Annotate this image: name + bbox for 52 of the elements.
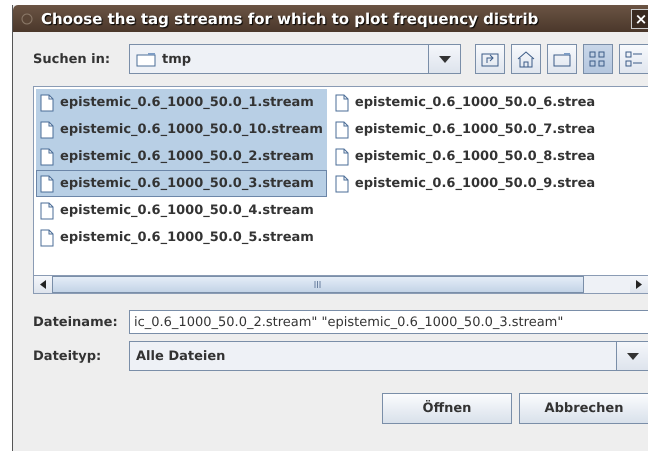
file-item[interactable]: epistemic_0.6_1000_50.0_8.strea (330, 143, 600, 170)
scroll-right-button[interactable] (630, 276, 648, 293)
file-icon (40, 174, 54, 192)
grip-icon (314, 281, 322, 288)
toolbar-button[interactable] (619, 44, 648, 74)
dropdown-button[interactable] (616, 342, 648, 370)
caret-icon (626, 352, 638, 360)
file-name-field[interactable]: ic_0.6_1000_50.0_2.stream" "epistemic_0.6_1000_50.0_3.stream" (129, 310, 648, 334)
details-view-icon (625, 51, 643, 67)
toolbar-button[interactable] (511, 44, 541, 74)
file-icon (334, 94, 349, 112)
right-arrow-icon (636, 280, 642, 289)
file-item[interactable]: epistemic_0.6_1000_50.0_5.stream (36, 224, 327, 251)
file-item[interactable]: epistemic_0.6_1000_50.0_4.stream (36, 197, 327, 224)
cancel-button[interactable]: Abbrechen (519, 393, 648, 424)
look-in-label: Suchen in: (33, 52, 112, 66)
scroll-left-button[interactable] (34, 276, 52, 293)
file-icon (334, 148, 349, 166)
toolbar-button[interactable] (475, 44, 505, 74)
home-icon (517, 50, 535, 68)
caret-icon (438, 56, 450, 62)
folder-icon (553, 52, 571, 66)
toolbar-button[interactable] (547, 44, 577, 74)
open-button[interactable]: Öffnen (382, 393, 512, 424)
file-item[interactable]: epistemic_0.6_1000_50.0_9.strea (330, 170, 600, 197)
file-item[interactable]: epistemic_0.6_1000_50.0_10.stream (36, 116, 327, 143)
left-arrow-icon (40, 280, 46, 289)
file-item[interactable]: epistemic_0.6_1000_50.0_2.stream (36, 143, 327, 170)
window-title: Choose the tag streams for which to plot frequency distrib (41, 10, 540, 28)
file-icon (40, 228, 54, 246)
file-type-label: Dateityp: (33, 348, 102, 364)
file-item[interactable]: epistemic_0.6_1000_50.0_1.stream (36, 89, 327, 116)
file-icon (334, 174, 349, 192)
file-icon (40, 120, 54, 138)
toolbar-button[interactable] (583, 44, 613, 74)
file-item[interactable]: epistemic_0.6_1000_50.0_3.stream (36, 170, 327, 197)
file-icon (334, 120, 349, 138)
horizontal-scrollbar[interactable] (34, 275, 648, 293)
list-view-icon (589, 51, 607, 67)
dropdown-button[interactable] (428, 45, 460, 73)
folder-up-icon (481, 51, 499, 67)
file-name-label: Dateiname: (33, 314, 119, 330)
file-icon (40, 202, 54, 220)
file-item[interactable]: epistemic_0.6_1000_50.0_7.strea (330, 116, 600, 143)
file-type-dropdown[interactable]: Alle Dateien (129, 341, 648, 371)
folder-icon (136, 52, 156, 66)
file-icon (40, 148, 54, 166)
file-item[interactable]: epistemic_0.6_1000_50.0_6.strea (330, 89, 600, 116)
look-in-dropdown[interactable]: tmp (129, 44, 461, 74)
scroll-thumb[interactable] (52, 276, 584, 293)
close-button[interactable]: × (631, 8, 648, 28)
file-icon (40, 94, 54, 112)
